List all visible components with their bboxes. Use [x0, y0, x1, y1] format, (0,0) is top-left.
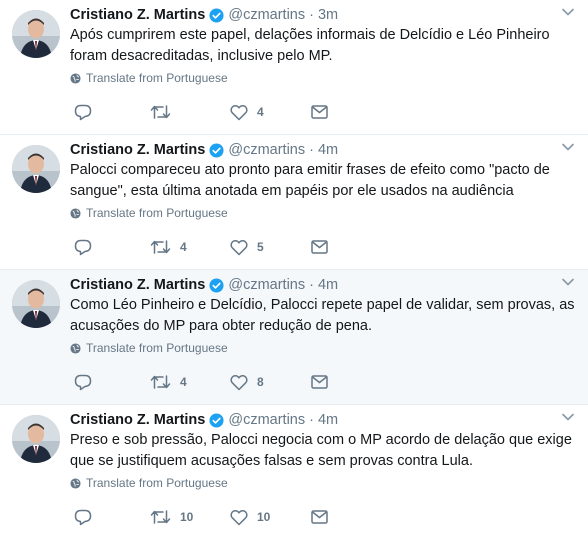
retweet-button[interactable]: 10	[150, 509, 230, 525]
tweet-timestamp[interactable]: 4m	[318, 412, 338, 428]
avatar[interactable]	[12, 415, 60, 463]
envelope-icon	[311, 510, 328, 524]
translate-link[interactable]: Translate from Portuguese	[70, 71, 228, 85]
tweet-actions: 4 5	[74, 238, 328, 256]
heart-icon	[230, 374, 248, 391]
chevron-down-icon[interactable]	[562, 8, 574, 16]
reply-icon	[74, 104, 92, 121]
reply-icon	[74, 374, 92, 391]
author-name[interactable]: Cristiano Z. Martins	[70, 7, 205, 23]
translate-link[interactable]: Translate from Portuguese	[70, 476, 228, 490]
separator-dot: ·	[309, 7, 314, 23]
retweet-count: 10	[180, 510, 194, 524]
tweet[interactable]: Cristiano Z. Martins @czmartins · 3m Apó…	[0, 0, 588, 135]
separator-dot: ·	[309, 412, 314, 428]
reply-button[interactable]	[74, 509, 150, 526]
reply-icon	[74, 509, 92, 526]
retweet-icon	[150, 374, 171, 390]
envelope-icon	[311, 240, 328, 254]
tweet[interactable]: Cristiano Z. Martins @czmartins · 4m Com…	[0, 270, 588, 405]
tweet[interactable]: Cristiano Z. Martins @czmartins · 4m Pre…	[0, 405, 588, 536]
tweet-actions: 4 8	[74, 373, 328, 391]
tweet-actions: 10 10	[74, 508, 328, 526]
retweet-icon	[150, 239, 171, 255]
avatar[interactable]	[12, 10, 60, 58]
heart-icon	[230, 104, 248, 121]
reply-button[interactable]	[74, 239, 150, 256]
reply-button[interactable]	[74, 374, 150, 391]
translate-label[interactable]: Translate from Portuguese	[86, 476, 228, 490]
globe-icon	[70, 477, 81, 489]
separator-dot: ·	[309, 277, 314, 293]
heart-icon	[230, 239, 248, 256]
like-button[interactable]: 4	[230, 104, 311, 121]
tweet-feed: Cristiano Z. Martins @czmartins · 3m Apó…	[0, 0, 588, 536]
retweet-button[interactable]	[150, 104, 230, 120]
tweet-actions: 4	[74, 103, 328, 121]
direct-message-button[interactable]	[311, 510, 328, 524]
direct-message-button[interactable]	[311, 240, 328, 254]
retweet-button[interactable]: 4	[150, 374, 230, 390]
tweet-timestamp[interactable]: 3m	[318, 7, 338, 23]
retweet-count: 4	[180, 375, 187, 389]
envelope-icon	[311, 105, 328, 119]
author-name[interactable]: Cristiano Z. Martins	[70, 277, 205, 293]
tweet-text: Como Léo Pinheiro e Delcídio, Palocci re…	[70, 297, 575, 334]
retweet-icon	[150, 104, 171, 120]
direct-message-button[interactable]	[311, 375, 328, 389]
like-button[interactable]: 10	[230, 509, 311, 526]
verified-badge-icon	[209, 412, 224, 428]
envelope-icon	[311, 375, 328, 389]
tweet-timestamp[interactable]: 4m	[318, 142, 338, 158]
author-handle[interactable]: @czmartins	[228, 277, 305, 293]
verified-badge-icon	[209, 142, 224, 158]
author-handle[interactable]: @czmartins	[228, 412, 305, 428]
heart-icon	[230, 509, 248, 526]
globe-icon	[70, 342, 81, 354]
author-handle[interactable]: @czmartins	[228, 142, 305, 158]
translate-link[interactable]: Translate from Portuguese	[70, 341, 228, 355]
like-button[interactable]: 5	[230, 239, 311, 256]
separator-dot: ·	[309, 142, 314, 158]
reply-icon	[74, 239, 92, 256]
translate-link[interactable]: Translate from Portuguese	[70, 206, 228, 220]
author-name[interactable]: Cristiano Z. Martins	[70, 412, 205, 428]
chevron-down-icon[interactable]	[562, 143, 574, 151]
retweet-button[interactable]: 4	[150, 239, 230, 255]
chevron-down-icon[interactable]	[562, 278, 574, 286]
direct-message-button[interactable]	[311, 105, 328, 119]
avatar[interactable]	[12, 145, 60, 193]
avatar[interactable]	[12, 280, 60, 328]
like-count: 8	[257, 375, 264, 389]
reply-button[interactable]	[74, 104, 150, 121]
retweet-count: 4	[180, 240, 187, 254]
tweet[interactable]: Cristiano Z. Martins @czmartins · 4m Pal…	[0, 135, 588, 270]
chevron-down-icon[interactable]	[562, 413, 574, 421]
tweet-text: Após cumprirem este papel, delações info…	[70, 27, 550, 64]
tweet-timestamp[interactable]: 4m	[318, 277, 338, 293]
globe-icon	[70, 207, 81, 219]
like-count: 5	[257, 240, 264, 254]
globe-icon	[70, 72, 81, 84]
translate-label[interactable]: Translate from Portuguese	[86, 341, 228, 355]
like-count: 4	[257, 105, 264, 119]
verified-badge-icon	[209, 7, 224, 23]
tweet-text: Preso e sob pressão, Palocci negocia com…	[70, 432, 572, 469]
tweet-text: Palocci compareceu ato pronto para emiti…	[70, 162, 550, 199]
verified-badge-icon	[209, 277, 224, 293]
author-handle[interactable]: @czmartins	[228, 7, 305, 23]
translate-label[interactable]: Translate from Portuguese	[86, 71, 228, 85]
retweet-icon	[150, 509, 171, 525]
like-button[interactable]: 8	[230, 374, 311, 391]
translate-label[interactable]: Translate from Portuguese	[86, 206, 228, 220]
like-count: 10	[257, 510, 271, 524]
author-name[interactable]: Cristiano Z. Martins	[70, 142, 205, 158]
